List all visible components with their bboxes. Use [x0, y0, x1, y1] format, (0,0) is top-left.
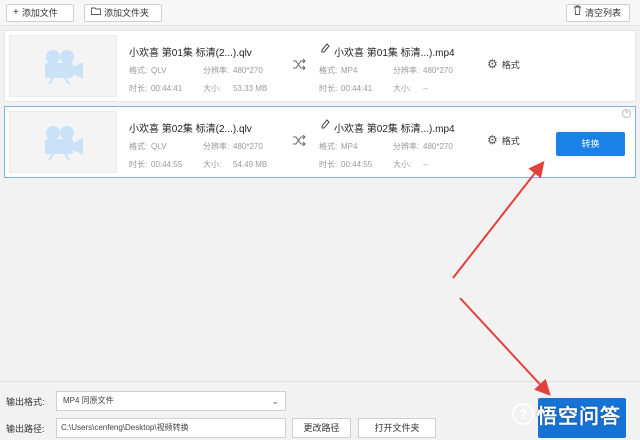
video-thumbnail [9, 35, 117, 97]
watermark: ? 悟空问答 [512, 396, 621, 432]
gear-icon: ⚙ [487, 57, 498, 71]
trash-icon [573, 5, 582, 21]
output-file-name[interactable]: 小欢喜 第01集 标清...).mp4 [334, 44, 455, 59]
folder-icon [91, 5, 101, 21]
output-size: 大小: -- [393, 160, 429, 169]
source-format: 格式: QLV [129, 66, 167, 75]
output-file-name[interactable]: 小欢喜 第02集 标清...).mp4 [334, 120, 455, 135]
pencil-icon[interactable] [321, 43, 330, 56]
output-format: 格式: MP4 [319, 142, 358, 151]
format-settings-label: 格式 [501, 135, 520, 146]
watermark-text: 悟空问答 [537, 405, 621, 428]
format-settings-label: 格式 [501, 59, 520, 70]
video-thumbnail [9, 111, 117, 173]
output-resolution: 分辨率: 480*270 [393, 66, 453, 75]
format-settings-button[interactable]: ⚙ 格式 [487, 133, 520, 147]
film-camera-icon [45, 126, 83, 160]
source-size: 大小: 54.49 MB [203, 160, 268, 169]
source-file-name: 小欢喜 第01集 标清(2...).qlv [129, 48, 252, 59]
output-size: 大小: -- [393, 84, 429, 93]
output-duration: 时长: 00:44:55 [319, 160, 373, 169]
output-format-label: 输出格式: [6, 397, 45, 407]
output-path-label: 输出路径: [6, 424, 45, 434]
add-file-button[interactable]: + 添加文件 [6, 4, 74, 22]
source-duration: 时长: 00:44:55 [129, 160, 183, 169]
source-resolution: 分辨率: 480*270 [203, 66, 263, 75]
output-resolution: 分辨率: 480*270 [393, 142, 453, 151]
source-size: 大小: 53.33 MB [203, 84, 268, 93]
source-resolution: 分辨率: 480*270 [203, 142, 263, 151]
output-duration: 时长: 00:44:41 [319, 84, 373, 93]
source-file-name: 小欢喜 第02集 标清(2...).qlv [129, 124, 252, 135]
output-path-input[interactable]: C:\Users\cenfeng\Desktop\视频转换 [56, 418, 286, 438]
pencil-icon[interactable] [321, 119, 330, 132]
output-format: 格式: MP4 [319, 66, 358, 75]
chevron-down-icon: ⌄ [271, 396, 279, 406]
add-folder-button[interactable]: 添加文件夹 [84, 4, 162, 22]
shuffle-icon [293, 134, 306, 149]
file-list-item[interactable]: 小欢喜 第01集 标清(2...).qlv 格式: QLV 分辨率: 480*270… [4, 30, 636, 102]
gear-icon: ⚙ [487, 133, 498, 147]
film-camera-icon [45, 50, 83, 84]
plus-icon: + [13, 7, 19, 18]
close-icon[interactable]: × [622, 109, 631, 118]
watermark-logo-icon: ? [512, 403, 534, 425]
output-format-value: MP4 同原文件 [63, 396, 114, 405]
convert-button[interactable]: 转换 [556, 132, 625, 156]
format-settings-button[interactable]: ⚙ 格式 [487, 57, 520, 71]
shuffle-icon [293, 58, 306, 73]
toolbar: + 添加文件 添加文件夹 清空列表 [0, 0, 640, 26]
source-duration: 时长: 00:44:41 [129, 84, 183, 93]
add-file-label: 添加文件 [21, 8, 58, 18]
file-list-item[interactable]: × 小欢喜 第02集 标清(2...).qlv 格式: QLV 分辨率: 480*2… [4, 106, 636, 178]
output-format-select[interactable]: MP4 同原文件 ⌄ [56, 391, 286, 411]
change-path-button[interactable]: 更改路径 [292, 418, 351, 438]
add-folder-label: 添加文件夹 [104, 8, 150, 18]
clear-list-label: 清空列表 [585, 8, 622, 18]
file-list: 小欢喜 第01集 标清(2...).qlv 格式: QLV 分辨率: 480*270… [0, 26, 640, 381]
open-folder-button[interactable]: 打开文件夹 [358, 418, 436, 438]
source-format: 格式: QLV [129, 142, 167, 151]
clear-list-button[interactable]: 清空列表 [566, 4, 630, 22]
